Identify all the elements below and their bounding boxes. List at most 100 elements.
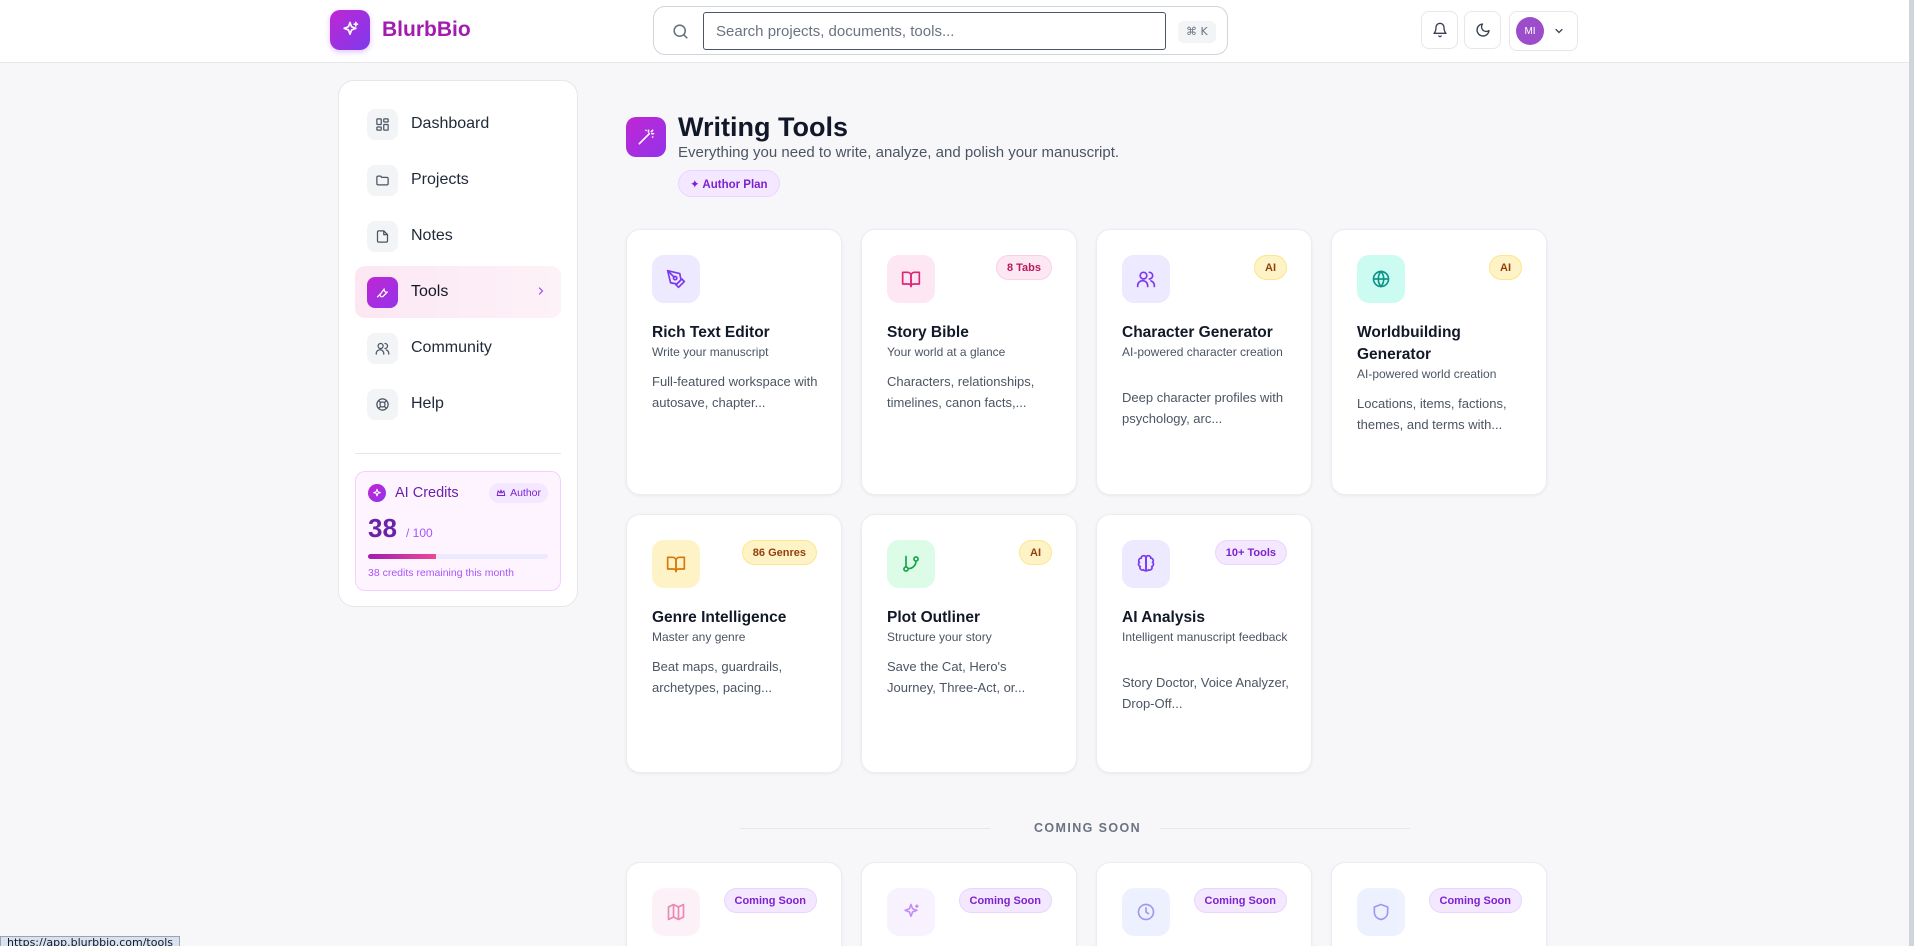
card-title: AI Analysis	[1122, 609, 1205, 626]
card-description: Save the Cat, Hero's Journey, Three-Act,…	[887, 659, 1026, 695]
search-shortcut: ⌘ K	[1178, 21, 1216, 43]
card-badge: AI	[1019, 540, 1052, 565]
sidebar-item-help[interactable]: Help	[355, 378, 561, 430]
wand-icon	[626, 117, 666, 157]
coming-soon-badge: Coming Soon	[1428, 888, 1522, 913]
card-badge: 10+ Tools	[1214, 540, 1287, 565]
card-description: Story Doctor, Voice Analyzer, Drop-Off..…	[1122, 675, 1289, 711]
ai-credits-panel: AI Credits Author 38 / 100 38 credits re…	[355, 471, 561, 591]
notifications-button[interactable]	[1421, 11, 1458, 49]
sidebar: Dashboard Projects Notes Tools Community…	[338, 80, 578, 607]
sparkles-icon	[330, 10, 370, 50]
credits-note: 38 credits remaining this month	[368, 567, 514, 579]
coming-soon-badge: Coming Soon	[723, 888, 817, 913]
page-subtitle: Everything you need to write, analyze, a…	[678, 144, 1120, 161]
globe-icon	[1357, 255, 1405, 303]
top-header: BlurbBio ⌘ K MI	[0, 0, 1914, 63]
card-subtitle: Intelligent manuscript feedback	[1122, 630, 1288, 644]
card-description: Full-featured workspace with autosave, c…	[652, 374, 818, 410]
card-badge: AI	[1254, 255, 1287, 280]
sidebar-item-label: Help	[411, 395, 444, 412]
divider-line	[740, 828, 990, 829]
tool-card-genre-intelligence[interactable]: 86 Genres Genre Intelligence Master any …	[626, 514, 842, 773]
theme-toggle-button[interactable]	[1464, 11, 1501, 49]
users-icon	[1122, 255, 1170, 303]
tool-card-story-bible[interactable]: 8 Tabs Story Bible Your world at a glanc…	[861, 229, 1077, 495]
sidebar-item-label: Dashboard	[411, 115, 490, 132]
coming-soon-card: Coming Soon	[1096, 862, 1312, 946]
card-title: Plot Outliner	[887, 609, 980, 626]
card-title: Story Bible	[887, 324, 969, 341]
card-description: Characters, relationships, timelines, ca…	[887, 374, 1035, 410]
card-subtitle: Your world at a glance	[887, 345, 1006, 359]
chevron-right-icon	[538, 287, 544, 295]
card-description: Deep character profiles with psychology,…	[1122, 390, 1284, 426]
moon-icon	[1475, 23, 1490, 37]
pen-icon	[652, 255, 700, 303]
coming-soon-card: Coming Soon	[626, 862, 842, 946]
credits-title: AI Credits	[395, 485, 459, 501]
tool-card-character-generator[interactable]: AI Character Generator AI-powered charac…	[1096, 229, 1312, 495]
sidebar-item-notes[interactable]: Notes	[355, 210, 561, 262]
tool-card-ai-analysis[interactable]: 10+ Tools AI Analysis Intelligent manusc…	[1096, 514, 1312, 773]
credits-progress-fill	[368, 554, 437, 559]
tool-card-plot-outliner[interactable]: AI Plot Outliner Structure your story Sa…	[861, 514, 1077, 773]
sidebar-item-label: Projects	[411, 171, 469, 188]
plan-badge: Author	[489, 483, 548, 503]
card-title: Worldbuilding Generator	[1357, 324, 1461, 363]
coming-soon-badge: Coming Soon	[958, 888, 1052, 913]
wrench-icon	[367, 276, 398, 308]
brain-icon	[1122, 540, 1170, 588]
sidebar-divider	[355, 453, 561, 454]
coming-soon-heading: COMING SOON	[1034, 821, 1142, 835]
sidebar-item-label: Community	[411, 339, 492, 356]
card-subtitle: AI-powered world creation	[1357, 367, 1497, 381]
card-description: Locations, items, factions, themes, and …	[1357, 396, 1507, 432]
tool-card-worldbuilding-generator[interactable]: AI Worldbuilding Generator AI-powered wo…	[1331, 229, 1547, 495]
card-badge: 86 Genres	[741, 540, 817, 565]
card-title: Rich Text Editor	[652, 324, 770, 341]
lifebuoy-icon	[367, 388, 398, 420]
page-scrollbar[interactable]	[1909, 0, 1914, 946]
credits-progress-bar	[368, 554, 548, 559]
map-icon	[652, 888, 700, 936]
card-description: Beat maps, guardrails, archetypes, pacin…	[652, 659, 783, 695]
sidebar-item-dashboard[interactable]: Dashboard	[355, 98, 561, 150]
divider-line	[1160, 828, 1410, 829]
tool-card-rich-text-editor[interactable]: Rich Text Editor Write your manuscript F…	[626, 229, 842, 495]
sidebar-item-tools[interactable]: Tools	[355, 266, 561, 318]
coming-soon-card: Coming Soon	[1331, 862, 1547, 946]
bell-icon	[1432, 22, 1447, 38]
card-badge: 8 Tabs	[995, 255, 1052, 280]
app-name: BlurbBio	[382, 18, 471, 41]
users-icon	[367, 332, 398, 364]
book-open-icon	[652, 540, 700, 588]
user-menu-button[interactable]: MI	[1509, 11, 1578, 51]
card-title: Character Generator	[1122, 324, 1273, 341]
search-input[interactable]	[703, 12, 1166, 50]
credits-used: 38	[368, 513, 397, 543]
search-icon	[673, 24, 688, 39]
sidebar-item-community[interactable]: Community	[355, 322, 561, 374]
credits-max: / 100	[406, 526, 433, 540]
sidebar-item-label: Notes	[411, 227, 453, 244]
author-plan-badge: ✦ Author Plan	[678, 170, 780, 197]
git-branch-icon	[887, 540, 935, 588]
chevron-down-icon	[1555, 28, 1563, 34]
plan-badge-label: Author	[510, 487, 541, 499]
avatar: MI	[1516, 17, 1544, 45]
crown-icon	[496, 489, 506, 497]
card-subtitle: Write your manuscript	[652, 345, 769, 359]
card-subtitle: AI-powered character creation	[1122, 345, 1283, 359]
book-open-icon	[887, 255, 935, 303]
brand-logo[interactable]: BlurbBio	[330, 10, 471, 50]
sidebar-item-projects[interactable]: Projects	[355, 154, 561, 206]
card-badge: AI	[1489, 255, 1522, 280]
grid-icon	[367, 108, 398, 140]
folder-icon	[367, 164, 398, 196]
page-title: Writing Tools	[678, 112, 848, 142]
clock-icon	[1122, 888, 1170, 936]
card-subtitle: Master any genre	[652, 630, 746, 644]
sparkles-icon	[887, 888, 935, 936]
sidebar-item-label: Tools	[411, 283, 449, 300]
